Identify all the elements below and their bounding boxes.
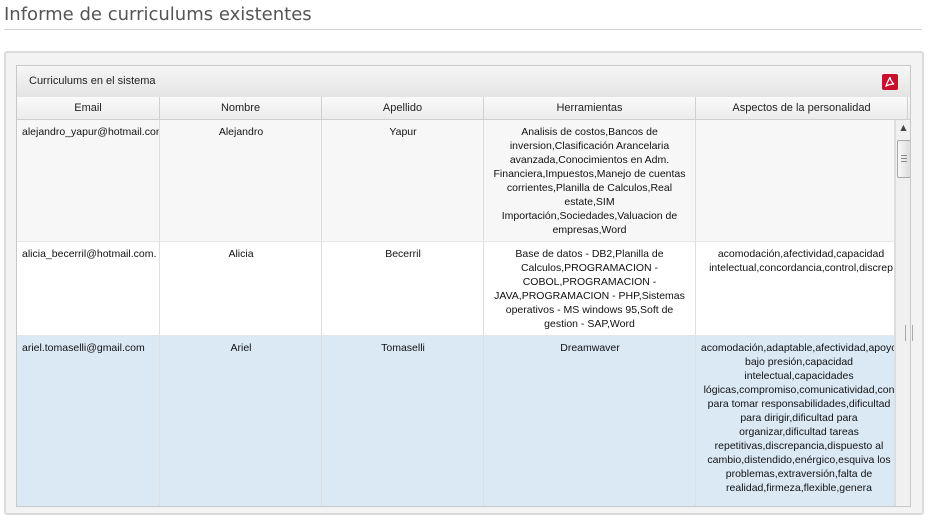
scroll-thumb[interactable] (897, 140, 910, 178)
grip-line (901, 158, 907, 159)
column-header-nombre[interactable]: Nombre (160, 97, 322, 119)
pdf-export-icon[interactable] (882, 74, 898, 90)
grid-body: alejandro_yapur@hotmail.com Alejandro Ya… (17, 120, 895, 506)
column-header-aspectos[interactable]: Aspectos de la personalidad (696, 97, 908, 119)
cell-aspectos (696, 120, 895, 242)
cell-aspectos-text: acomodación,adaptable,afectividad,apoyo … (700, 342, 895, 494)
cell-aspectos-text: acomodación,afectividad,capacidad intele… (709, 248, 893, 274)
cell-herramientas: Base de datos - DB2,Planilla de Calculos… (484, 242, 696, 336)
outer-scroll-grip[interactable] (905, 325, 913, 341)
cell-email: ariel.tomaselli@gmail.com (17, 336, 160, 506)
cell-apellido: Tomaselli (322, 336, 484, 506)
table-row[interactable]: alicia_becerril@hotmail.com. Alicia Bece… (17, 242, 895, 336)
column-header-herramientas[interactable]: Herramientas (484, 97, 696, 119)
cell-aspectos: acomodación,afectividad,capacidad intele… (696, 242, 895, 336)
cell-herramientas: Analisis de costos,Bancos de inversion,C… (484, 120, 696, 242)
cell-apellido: Yapur (322, 120, 484, 242)
cell-apellido: Becerril (322, 242, 484, 336)
cell-nombre: Alicia (160, 242, 322, 336)
table-row[interactable]: alejandro_yapur@hotmail.com Alejandro Ya… (17, 120, 895, 242)
grip-line (901, 161, 907, 162)
scroll-up-arrow-icon[interactable]: ▲ (896, 122, 910, 134)
grip-line (901, 155, 907, 156)
cell-email: alicia_becerril@hotmail.com. (17, 242, 160, 336)
grid-caption-bar: Curriculums en el sistema (17, 66, 910, 98)
page-title: Informe de curriculums existentes (4, 4, 312, 25)
grid-caption: Curriculums en el sistema (29, 75, 156, 87)
column-header-email[interactable]: Email (17, 97, 160, 119)
cell-aspectos: acomodación,adaptable,afectividad,apoyo … (696, 336, 895, 506)
cell-herramientas: Dreamwaver (484, 336, 696, 506)
cell-email: alejandro_yapur@hotmail.com (17, 120, 160, 242)
curriculum-grid: Curriculums en el sistema Email Nombre A… (16, 65, 911, 507)
cell-nombre: Alejandro (160, 120, 322, 242)
cell-nombre: Ariel (160, 336, 322, 506)
column-header-apellido[interactable]: Apellido (322, 97, 484, 119)
table-row-selected[interactable]: ariel.tomaselli@gmail.com Ariel Tomasell… (17, 336, 895, 506)
title-divider (4, 29, 922, 30)
grid-header-row: Email Nombre Apellido Herramientas Aspec… (17, 97, 910, 120)
vertical-scrollbar[interactable]: ▲ (895, 120, 910, 506)
